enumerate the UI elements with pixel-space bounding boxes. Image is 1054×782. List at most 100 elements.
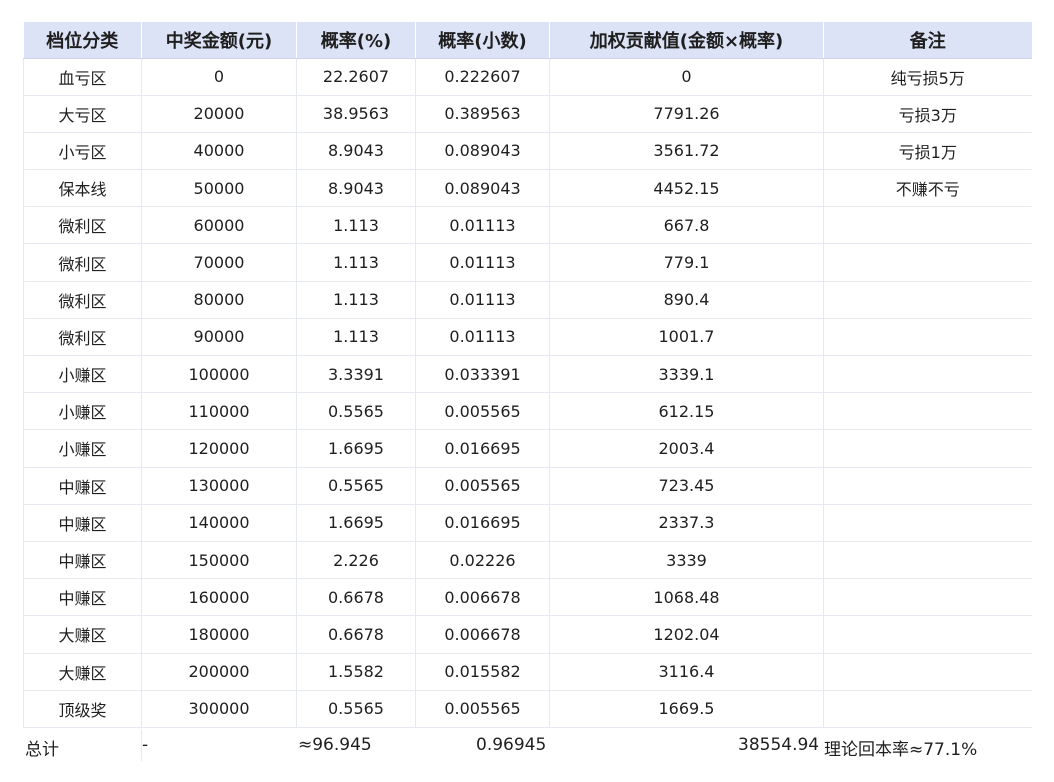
cell-probability-decimal: 0.016695 <box>415 429 550 468</box>
cell-amount: 200000 <box>141 653 297 691</box>
cell-probability-percent: 1.6695 <box>296 504 416 542</box>
cell-probability-decimal: 0.005565 <box>415 690 550 728</box>
cell-note <box>823 206 1032 245</box>
cell-note <box>823 541 1032 580</box>
cell-probability-percent: 0.6678 <box>296 578 416 617</box>
cell-probability-percent: 0.5565 <box>296 467 416 505</box>
total-weighted-contribution: 38554.94 <box>738 735 820 755</box>
cell-tier: 微利区 <box>23 206 142 245</box>
cell-tier: 微利区 <box>23 318 142 357</box>
cell-note <box>823 653 1032 691</box>
total-amount: - <box>142 735 149 755</box>
cell-amount: 20000 <box>141 95 297 133</box>
cell-probability-percent: 0.5565 <box>296 392 416 431</box>
table-row: 小亏区 40000 8.9043 0.089043 3561.72 亏损1万 <box>23 132 1032 171</box>
table-row: 微利区 70000 1.113 0.01113 779.1 <box>23 243 1032 282</box>
cell-tier: 微利区 <box>23 281 142 319</box>
cell-note <box>823 429 1032 468</box>
total-probability-decimal: 0.96945 <box>476 735 547 755</box>
table-row: 中赚区 140000 1.6695 0.016695 2337.3 <box>23 504 1032 542</box>
table-row: 大赚区 200000 1.5582 0.015582 3116.4 <box>23 653 1032 691</box>
cell-probability-decimal: 0.006678 <box>415 615 550 654</box>
table-row: 微利区 90000 1.113 0.01113 1001.7 <box>23 318 1032 357</box>
cell-weighted-contribution: 1068.48 <box>549 578 824 617</box>
cell-probability-percent: 22.2607 <box>296 58 416 96</box>
cell-amount: 140000 <box>141 504 297 542</box>
table-row: 中赚区 150000 2.226 0.02226 3339 <box>23 541 1032 580</box>
cell-weighted-contribution: 779.1 <box>549 243 824 282</box>
cell-probability-percent: 3.3391 <box>296 355 416 394</box>
cell-probability-decimal: 0.01113 <box>415 281 550 319</box>
header-tier: 档位分类 <box>23 22 142 59</box>
table-row: 中赚区 130000 0.5565 0.005565 723.45 <box>23 467 1032 505</box>
table-row: 大亏区 20000 38.9563 0.389563 7791.26 亏损3万 <box>23 95 1032 133</box>
table-row: 大赚区 180000 0.6678 0.006678 1202.04 <box>23 615 1032 654</box>
cell-tier: 微利区 <box>23 243 142 282</box>
cell-probability-decimal: 0.006678 <box>415 578 550 617</box>
table-row: 小赚区 120000 1.6695 0.016695 2003.4 <box>23 429 1032 468</box>
cell-weighted-contribution: 3561.72 <box>549 132 824 171</box>
cell-note <box>823 504 1032 542</box>
cell-amount: 100000 <box>141 355 297 394</box>
cell-probability-decimal: 0.089043 <box>415 169 550 208</box>
cell-weighted-contribution: 2337.3 <box>549 504 824 542</box>
cell-tier: 中赚区 <box>23 504 142 542</box>
header-note: 备注 <box>823 22 1032 59</box>
cell-note <box>823 467 1032 505</box>
table-body: 血亏区 0 22.2607 0.222607 0 纯亏损5万 大亏区 20000 38.9563… <box>23 58 1032 728</box>
header-amount: 中奖金额(元) <box>141 22 297 59</box>
prize-table: 档位分类 中奖金额(元) 概率(%) 概率(小数) 加权贡献值(金额×概率) 备… <box>23 22 1032 728</box>
cell-note: 亏损1万 <box>823 132 1032 171</box>
cell-note <box>823 318 1032 357</box>
cell-probability-decimal: 0.089043 <box>415 132 550 171</box>
cell-amount: 180000 <box>141 615 297 654</box>
cell-tier: 大亏区 <box>23 95 142 133</box>
cell-weighted-contribution: 612.15 <box>549 392 824 431</box>
cell-probability-decimal: 0.01113 <box>415 206 550 245</box>
cell-probability-percent: 1.113 <box>296 206 416 245</box>
total-note: 理论回本率≈77.1% <box>824 740 978 760</box>
cell-probability-percent: 1.113 <box>296 318 416 357</box>
cell-weighted-contribution: 3339.1 <box>549 355 824 394</box>
total-probability-percent: ≈96.945 <box>298 735 372 755</box>
table-row: 中赚区 160000 0.6678 0.006678 1068.48 <box>23 578 1032 617</box>
cell-amount: 300000 <box>141 690 297 728</box>
header-weighted-contribution: 加权贡献值(金额×概率) <box>549 22 824 59</box>
total-label: 总计 <box>25 740 59 760</box>
cell-tier: 小赚区 <box>23 355 142 394</box>
cell-probability-decimal: 0.389563 <box>415 95 550 133</box>
cell-amount: 160000 <box>141 578 297 617</box>
cell-tier: 大赚区 <box>23 653 142 691</box>
cell-probability-percent: 0.6678 <box>296 615 416 654</box>
cell-amount: 70000 <box>141 243 297 282</box>
cell-tier: 顶级奖 <box>23 690 142 728</box>
cell-probability-decimal: 0.033391 <box>415 355 550 394</box>
cell-note: 纯亏损5万 <box>823 58 1032 96</box>
cell-amount: 40000 <box>141 132 297 171</box>
header-row: 档位分类 中奖金额(元) 概率(%) 概率(小数) 加权贡献值(金额×概率) 备… <box>23 22 1032 59</box>
cell-weighted-contribution: 1202.04 <box>549 615 824 654</box>
cell-tier: 中赚区 <box>23 541 142 580</box>
cell-weighted-contribution: 890.4 <box>549 281 824 319</box>
cell-probability-percent: 0.5565 <box>296 690 416 728</box>
cell-note: 不赚不亏 <box>823 169 1032 208</box>
cell-tier: 小赚区 <box>23 392 142 431</box>
cell-note <box>823 690 1032 728</box>
table-row: 血亏区 0 22.2607 0.222607 0 纯亏损5万 <box>23 58 1032 96</box>
table-row: 保本线 50000 8.9043 0.089043 4452.15 不赚不亏 <box>23 169 1032 208</box>
cell-amount: 110000 <box>141 392 297 431</box>
cell-weighted-contribution: 7791.26 <box>549 95 824 133</box>
cell-note <box>823 355 1032 394</box>
cell-weighted-contribution: 667.8 <box>549 206 824 245</box>
table-row: 顶级奖 300000 0.5565 0.005565 1669.5 <box>23 690 1032 728</box>
cell-weighted-contribution: 0 <box>549 58 824 96</box>
total-row: 总计 - ≈96.945 0.96945 38554.94 理论回本率≈77.1… <box>23 729 1031 763</box>
cell-probability-decimal: 0.222607 <box>415 58 550 96</box>
cell-note <box>823 392 1032 431</box>
cell-probability-decimal: 0.015582 <box>415 653 550 691</box>
header-probability-percent: 概率(%) <box>296 22 416 59</box>
table-row: 微利区 60000 1.113 0.01113 667.8 <box>23 206 1032 245</box>
cell-weighted-contribution: 2003.4 <box>549 429 824 468</box>
table-row: 小赚区 100000 3.3391 0.033391 3339.1 <box>23 355 1032 394</box>
cell-probability-percent: 38.9563 <box>296 95 416 133</box>
